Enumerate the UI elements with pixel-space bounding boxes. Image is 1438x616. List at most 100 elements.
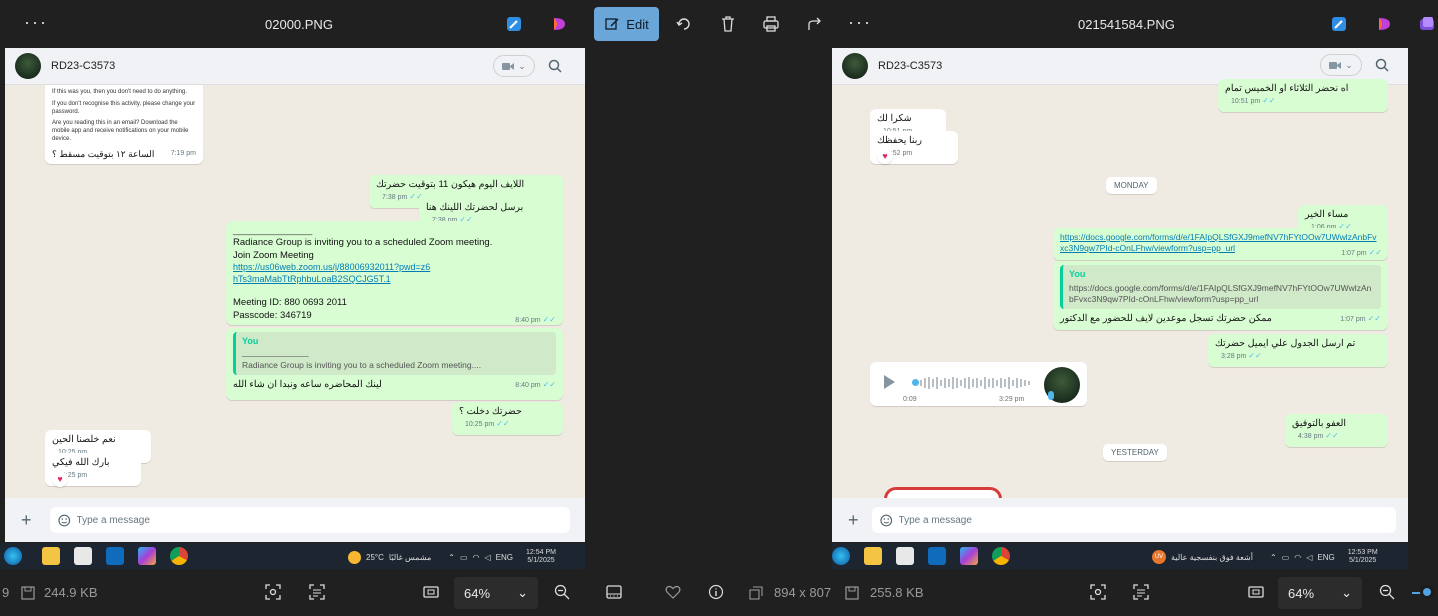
chevron-up-icon[interactable]: ⌃ xyxy=(448,553,455,562)
weather-sun-icon[interactable] xyxy=(348,550,361,564)
file-explorer-icon[interactable] xyxy=(864,547,882,565)
quoted-message[interactable]: You https://docs.google.com/forms/d/e/1F… xyxy=(1060,265,1381,309)
sticker-icon[interactable] xyxy=(880,514,893,527)
volume-icon[interactable]: ◁ xyxy=(1306,553,1312,562)
info-icon[interactable] xyxy=(706,582,726,602)
quote-author: You xyxy=(242,336,259,346)
edit-icon xyxy=(605,18,619,30)
date-divider: MONDAY xyxy=(1106,177,1157,194)
video-camera-icon xyxy=(502,62,515,70)
outgoing-message[interactable]: تم ارسل الجدول علي ايميل حضرتك 3:28 pm ✓✓ xyxy=(1208,334,1388,367)
zoom-out-icon[interactable] xyxy=(552,582,572,602)
outgoing-message[interactable]: العفو بالتوفيق 4:38 pm ✓✓ xyxy=(1285,414,1388,447)
clock[interactable]: 12:54 PM 5/1/2025 xyxy=(526,549,556,566)
zoom-out-icon[interactable] xyxy=(1377,582,1397,602)
message-text: حضرتك دخلت ؟ xyxy=(459,406,522,417)
zoom-slider-thumb[interactable] xyxy=(1420,585,1434,599)
store-icon[interactable] xyxy=(74,547,92,565)
wifi-icon[interactable]: ◠ xyxy=(1294,553,1301,562)
zoom-link[interactable]: https://us06web.zoom.us/j/88006932011?pw… xyxy=(233,262,433,285)
video-call-button[interactable]: ⌄ xyxy=(1320,54,1362,76)
outgoing-message[interactable]: حضرتك دخلت ؟ 10:25 pm ✓✓ xyxy=(452,402,563,435)
copy-text-icon[interactable] xyxy=(1131,582,1151,602)
language-indicator[interactable]: ENG xyxy=(496,553,513,562)
uv-badge[interactable]: UV xyxy=(1152,550,1166,565)
heart-reaction-icon[interactable]: ♥ xyxy=(52,471,68,487)
share-icon[interactable] xyxy=(804,13,826,35)
wifi-icon[interactable]: ◠ xyxy=(473,553,480,562)
clock-time: 12:53 PM xyxy=(1347,549,1378,556)
attach-plus-icon[interactable]: + xyxy=(848,510,859,531)
delete-icon[interactable] xyxy=(717,13,739,35)
system-tray: UV أشعة فوق بنفسجية عالية ⌃ ▭ ◠ ◁ ENG 12… xyxy=(1152,549,1378,566)
print-icon[interactable] xyxy=(760,13,782,35)
zoom-level-dropdown[interactable]: 64% ⌄ xyxy=(454,577,538,609)
message-input[interactable] xyxy=(76,514,570,526)
network-icon[interactable]: ▭ xyxy=(460,553,468,562)
clipchamp-icon[interactable] xyxy=(1416,13,1438,35)
fit-to-window-icon[interactable] xyxy=(421,582,441,602)
zoom-invite-message[interactable]: _______________ Radiance Group is inviti… xyxy=(226,221,563,325)
search-icon[interactable] xyxy=(548,59,562,73)
read-ticks-icon: ✓✓ xyxy=(1262,96,1276,106)
attach-plus-icon[interactable]: + xyxy=(21,510,32,531)
passcode: Passcode: 346719 xyxy=(233,309,312,321)
edit-button[interactable]: Edit xyxy=(594,7,659,41)
voice-message[interactable]: 0:09 3:29 pm xyxy=(870,362,1087,406)
network-icon[interactable]: ▭ xyxy=(1282,553,1290,562)
right-bottom-bar: 894 x 807 255.8 KB 64% ⌄ xyxy=(586,570,1438,616)
chrome-icon[interactable] xyxy=(992,547,1010,565)
photo-editor-icon[interactable] xyxy=(503,13,525,35)
playhead-dot[interactable] xyxy=(912,379,919,386)
chevron-up-icon[interactable]: ⌃ xyxy=(1270,553,1277,562)
file-explorer-icon[interactable] xyxy=(42,547,60,565)
reply-message[interactable]: You _______________ Radiance Group is in… xyxy=(226,328,563,400)
avatar[interactable] xyxy=(842,53,868,79)
edge-icon[interactable] xyxy=(4,547,22,565)
visual-search-icon[interactable] xyxy=(1088,582,1108,602)
clock[interactable]: 12:53 PM 5/1/2025 xyxy=(1348,549,1378,566)
designer-icon[interactable] xyxy=(548,13,570,35)
outlook-icon[interactable] xyxy=(106,547,124,565)
notice-line: Are you reading this in an email? Downlo… xyxy=(52,120,189,142)
link-message[interactable]: https://docs.google.com/forms/d/e/1FAIpQ… xyxy=(1053,228,1388,260)
message-time: 10:25 pm xyxy=(465,421,495,429)
reply-message[interactable]: You https://docs.google.com/forms/d/e/1F… xyxy=(1053,261,1388,330)
page-prefix: 9 xyxy=(2,585,10,600)
message-text: الساعة ١٢ بتوقيت مسقط ؟ xyxy=(52,148,155,159)
message-time: 3:28 pm xyxy=(1221,353,1247,361)
video-call-button[interactable]: ⌄ xyxy=(493,55,535,77)
photo-editor-icon[interactable] xyxy=(1328,13,1350,35)
waveform[interactable] xyxy=(920,376,1032,390)
read-ticks-icon: ✓✓ xyxy=(496,419,510,429)
m365-icon[interactable] xyxy=(960,547,978,565)
avatar[interactable] xyxy=(15,53,41,79)
more-options-icon[interactable]: ··· xyxy=(24,12,48,33)
copy-text-icon[interactable] xyxy=(307,582,327,602)
search-icon[interactable] xyxy=(1375,58,1389,72)
form-link[interactable]: https://docs.google.com/forms/d/e/1FAIpQ… xyxy=(1060,232,1378,254)
chrome-icon[interactable] xyxy=(170,547,188,565)
quoted-message[interactable]: You _______________ Radiance Group is in… xyxy=(233,332,556,376)
read-ticks-icon: ✓✓ xyxy=(542,380,556,390)
m365-icon[interactable] xyxy=(138,547,156,565)
visual-search-icon[interactable] xyxy=(263,582,283,602)
favorite-heart-icon[interactable] xyxy=(663,582,683,602)
outlook-icon[interactable] xyxy=(928,547,946,565)
sticker-icon[interactable] xyxy=(58,514,71,527)
store-icon[interactable] xyxy=(896,547,914,565)
rotate-icon[interactable] xyxy=(673,13,695,35)
outgoing-message[interactable]: اه نحضر الثلاثاء او الخميس تمام 10:51 pm… xyxy=(1218,79,1388,112)
fit-to-window-icon[interactable] xyxy=(1246,582,1266,602)
heart-reaction-icon[interactable]: ♥ xyxy=(877,148,893,164)
incoming-notice-message[interactable]: If this was you, then you don't need to … xyxy=(45,85,203,164)
edge-icon[interactable] xyxy=(832,547,850,565)
more-options-icon[interactable]: ··· xyxy=(848,12,872,33)
volume-icon[interactable]: ◁ xyxy=(485,553,491,562)
filmstrip-icon[interactable] xyxy=(604,582,624,602)
designer-icon[interactable] xyxy=(1373,13,1395,35)
zoom-level-dropdown[interactable]: 64% ⌄ xyxy=(1278,577,1362,609)
play-icon[interactable] xyxy=(884,375,895,389)
language-indicator[interactable]: ENG xyxy=(1317,553,1334,562)
message-input[interactable] xyxy=(898,514,1396,526)
